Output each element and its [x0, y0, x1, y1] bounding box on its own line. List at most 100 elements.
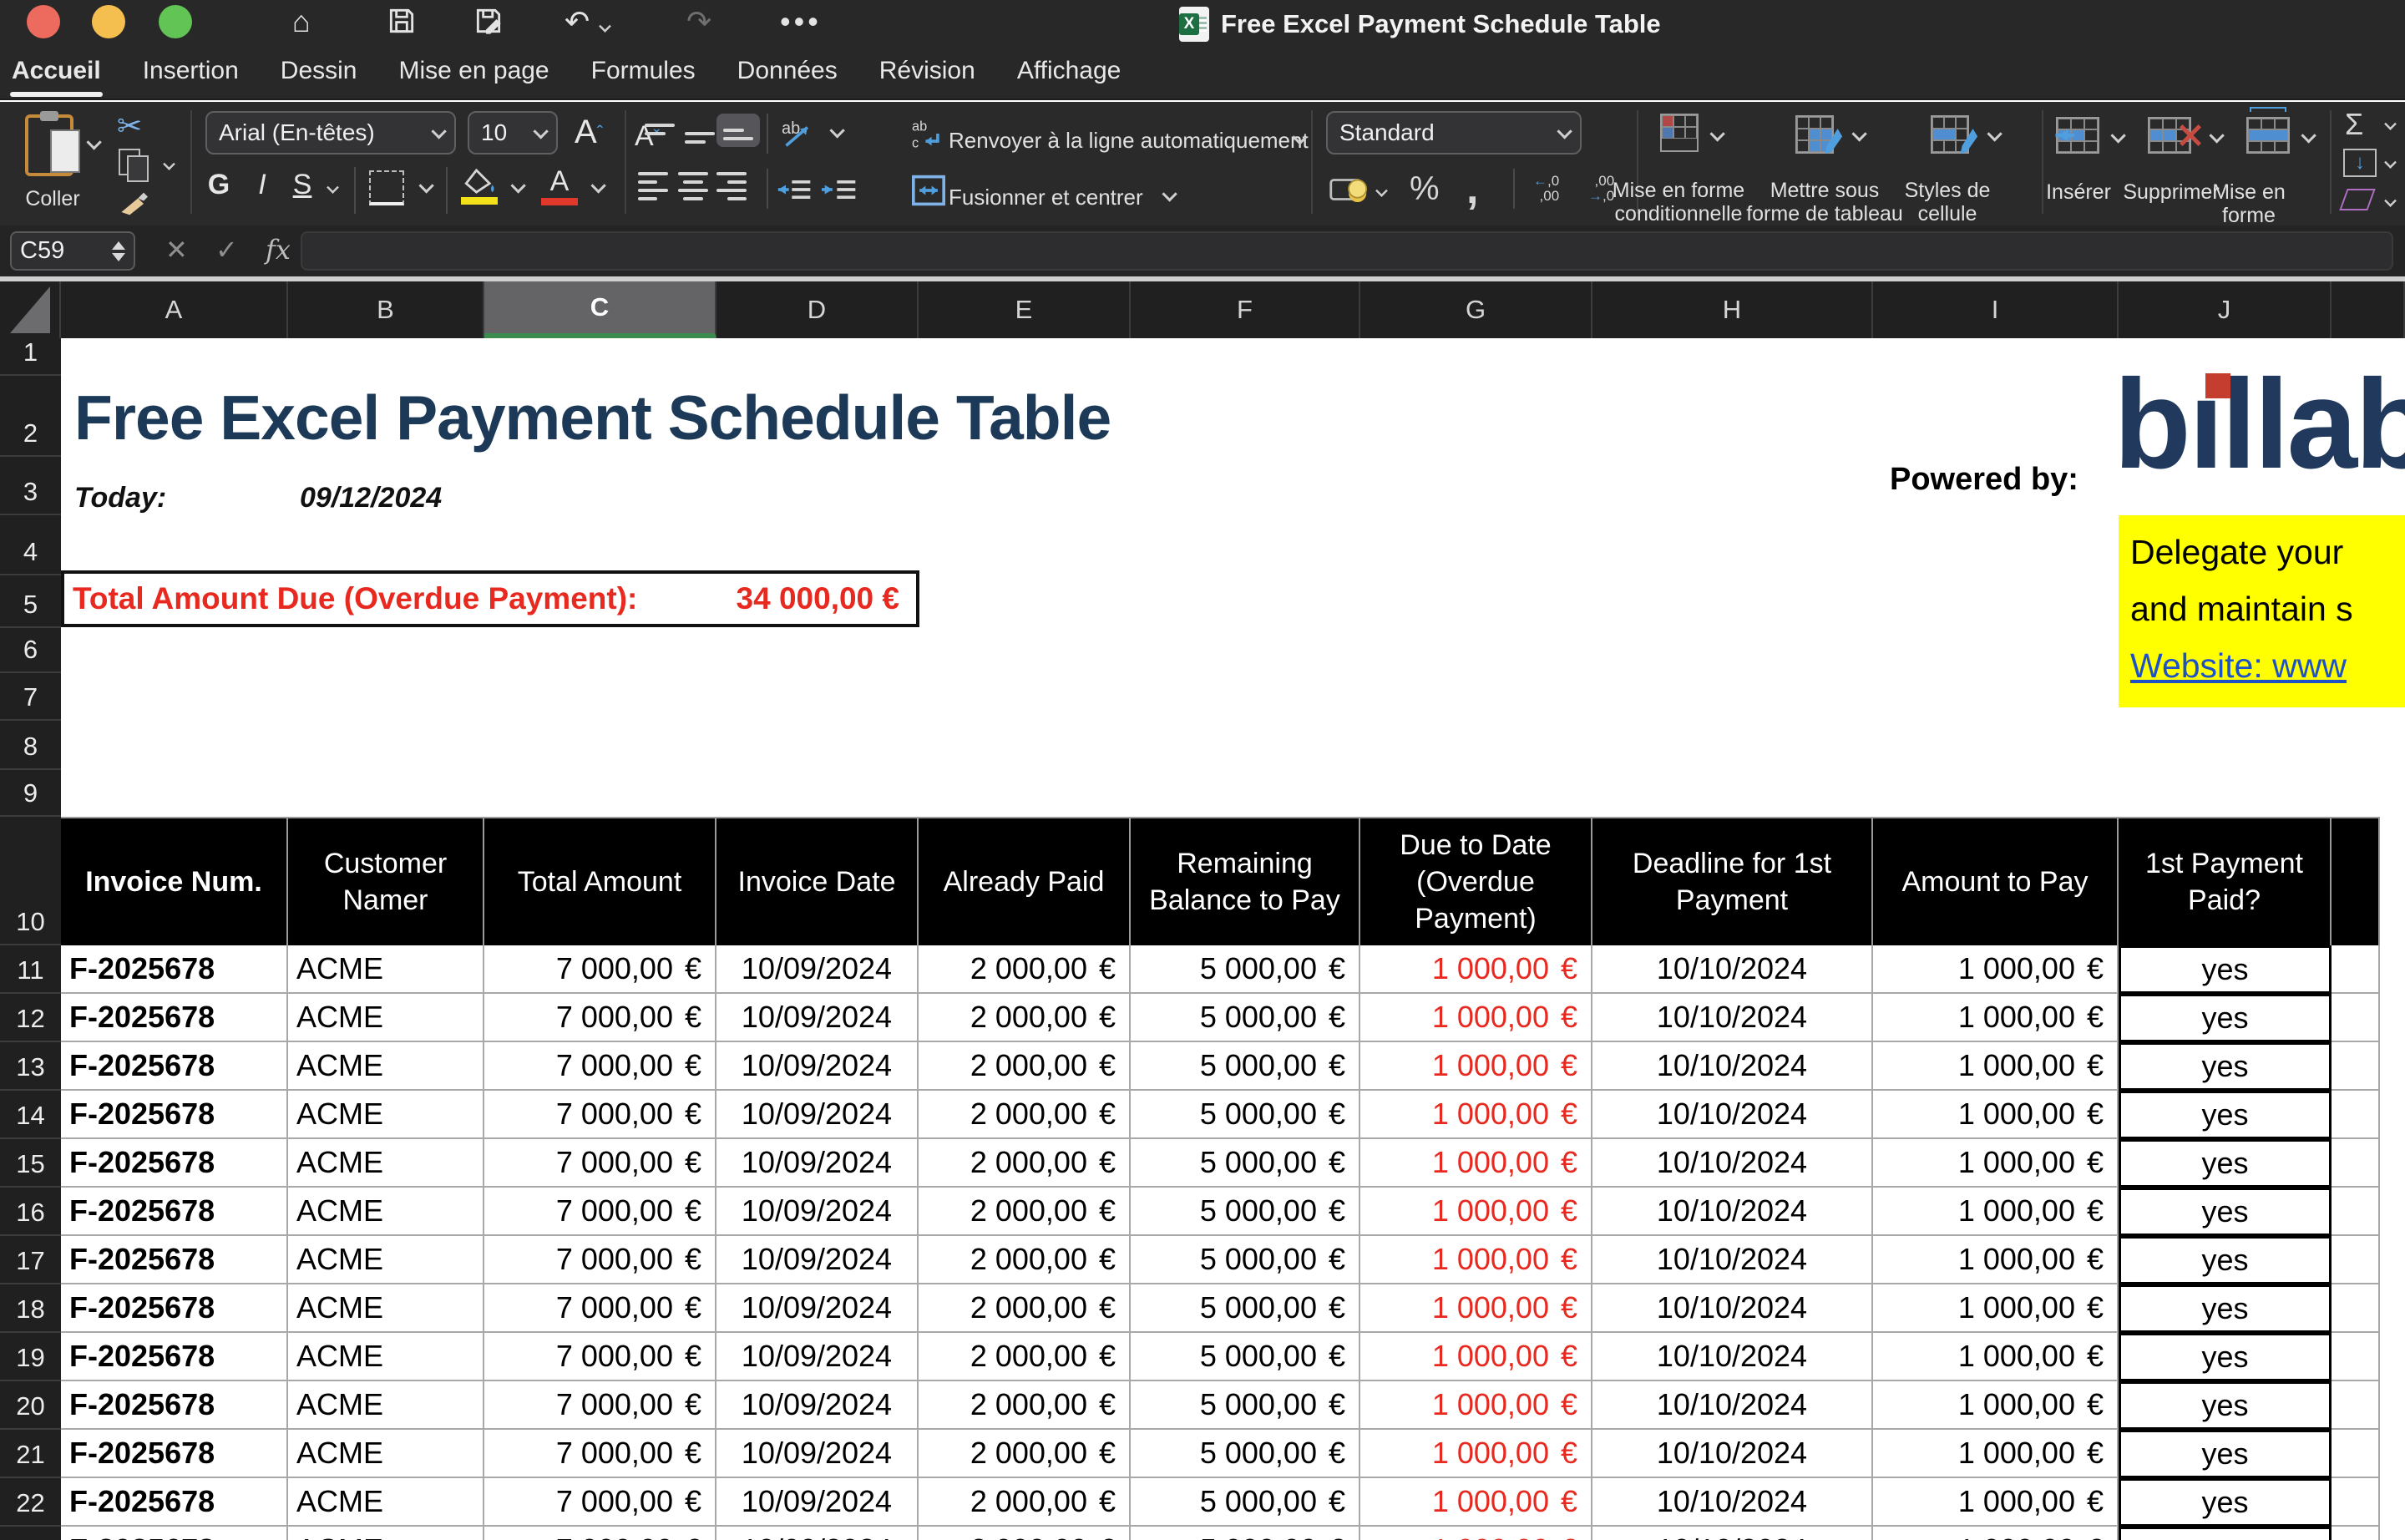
cell-B21[interactable]: ACME — [288, 1430, 484, 1478]
percent-style-icon[interactable]: % — [1410, 170, 1440, 208]
cell-J23[interactable]: yes — [2119, 1527, 2332, 1540]
cell-I21[interactable]: 1 000,00€ — [1873, 1430, 2119, 1478]
cell-A19[interactable]: F-2025678 — [61, 1333, 288, 1381]
cell-B16[interactable]: ACME — [288, 1188, 484, 1236]
cell-D17[interactable]: 10/09/2024 — [716, 1236, 919, 1284]
cell-G13[interactable]: 1 000,00€ — [1360, 1042, 1592, 1091]
cell-F20[interactable]: 5 000,00€ — [1131, 1381, 1360, 1430]
cell-C21[interactable]: 7 000,00€ — [484, 1430, 716, 1478]
cell-J15[interactable]: yes — [2119, 1139, 2332, 1188]
row-header-13[interactable]: 13 — [0, 1042, 61, 1091]
format-as-table-chevron[interactable] — [1851, 126, 1866, 141]
cell-styles-label[interactable]: Styles decellule — [1889, 179, 2006, 225]
cell-J13[interactable]: yes — [2119, 1042, 2332, 1091]
cell-F22[interactable]: 5 000,00€ — [1131, 1478, 1360, 1527]
ribbon-tab-dessin[interactable]: Dessin — [281, 57, 357, 89]
increase-indent-icon[interactable] — [822, 175, 858, 204]
row-header-2[interactable]: 2 — [0, 376, 61, 457]
cell-A11[interactable]: F-2025678 — [61, 945, 288, 994]
increase-font-icon[interactable]: Aˆ — [575, 114, 603, 151]
cell-A13[interactable]: F-2025678 — [61, 1042, 288, 1091]
column-header-G[interactable]: G — [1360, 281, 1592, 338]
column-header-J[interactable]: J — [2119, 281, 2332, 338]
row-header-18[interactable]: 18 — [0, 1284, 61, 1333]
table-header-10[interactable]: 1st Payment Paid? — [2119, 817, 2332, 945]
cell-I15[interactable]: 1 000,00€ — [1873, 1139, 2119, 1188]
cell-I12[interactable]: 1 000,00€ — [1873, 994, 2119, 1042]
cell-K21[interactable] — [2332, 1430, 2380, 1478]
more-toolbar-icon[interactable]: ••• — [780, 5, 822, 38]
column-header-I[interactable]: I — [1873, 281, 2119, 338]
cell-K16[interactable] — [2332, 1188, 2380, 1236]
paste-menu-chevron[interactable] — [86, 134, 101, 149]
save-icon[interactable] — [386, 5, 418, 43]
cell-I11[interactable]: 1 000,00€ — [1873, 945, 2119, 994]
cell-E21[interactable]: 2 000,00€ — [919, 1430, 1131, 1478]
cell-I20[interactable]: 1 000,00€ — [1873, 1381, 2119, 1430]
cell-F13[interactable]: 5 000,00€ — [1131, 1042, 1360, 1091]
merge-center-chevron[interactable] — [1162, 186, 1177, 201]
cell-G23[interactable]: 1 000,00€ — [1360, 1527, 1592, 1540]
italic-button[interactable]: I — [244, 169, 281, 201]
cell-G17[interactable]: 1 000,00€ — [1360, 1236, 1592, 1284]
cell-F17[interactable]: 5 000,00€ — [1131, 1236, 1360, 1284]
copy-icon[interactable] — [119, 149, 140, 175]
cell-H16[interactable]: 10/10/2024 — [1592, 1188, 1873, 1236]
row-header-22[interactable]: 22 — [0, 1478, 61, 1527]
table-header-3[interactable]: Total Amount — [484, 817, 716, 945]
cell-B13[interactable]: ACME — [288, 1042, 484, 1091]
cell-H14[interactable]: 10/10/2024 — [1592, 1091, 1873, 1139]
row-header-8[interactable]: 8 — [0, 721, 61, 770]
underline-button[interactable]: S — [284, 169, 321, 201]
table-header-6[interactable]: Remaining Balance to Pay — [1131, 817, 1360, 945]
borders-icon[interactable] — [369, 170, 404, 205]
cell-J12[interactable]: yes — [2119, 994, 2332, 1042]
cell-E18[interactable]: 2 000,00€ — [919, 1284, 1131, 1333]
cell-D18[interactable]: 10/09/2024 — [716, 1284, 919, 1333]
column-header-B[interactable]: B — [288, 281, 484, 338]
cell-K12[interactable] — [2332, 994, 2380, 1042]
row-header-7[interactable]: 7 — [0, 673, 61, 721]
cell-I14[interactable]: 1 000,00€ — [1873, 1091, 2119, 1139]
cell-K20[interactable] — [2332, 1381, 2380, 1430]
row-header-21[interactable]: 21 — [0, 1430, 61, 1478]
bold-button[interactable]: G — [200, 169, 237, 201]
column-header-C[interactable]: C — [484, 281, 716, 338]
font-name-select[interactable]: Arial (En-têtes) — [205, 111, 456, 155]
cell-G12[interactable]: 1 000,00€ — [1360, 994, 1592, 1042]
comma-style-icon[interactable]: , — [1466, 164, 1478, 214]
cell-F12[interactable]: 5 000,00€ — [1131, 994, 1360, 1042]
paste-button[interactable] — [22, 112, 77, 179]
cell-B20[interactable]: ACME — [288, 1381, 484, 1430]
cell-D12[interactable]: 10/09/2024 — [716, 994, 919, 1042]
home-icon[interactable]: ⌂ — [292, 5, 311, 38]
ribbon-tab-mise-en-page[interactable]: Mise en page — [399, 57, 549, 89]
autosum-chevron[interactable] — [2384, 118, 2397, 130]
name-box[interactable]: C59 — [10, 231, 135, 271]
autosum-icon[interactable]: Σ — [2345, 107, 2363, 142]
clear-menu-chevron[interactable] — [2384, 195, 2397, 207]
cell-F16[interactable]: 5 000,00€ — [1131, 1188, 1360, 1236]
cell-E14[interactable]: 2 000,00€ — [919, 1091, 1131, 1139]
ribbon-tab-accueil[interactable]: Accueil — [12, 57, 101, 89]
cell-K17[interactable] — [2332, 1236, 2380, 1284]
table-header-5[interactable]: Already Paid — [919, 817, 1131, 945]
select-all-corner[interactable] — [0, 281, 61, 338]
format-as-table-icon[interactable] — [1795, 114, 1844, 155]
cell-F21[interactable]: 5 000,00€ — [1131, 1430, 1360, 1478]
font-size-select[interactable]: 10 — [468, 111, 558, 155]
cell-I17[interactable]: 1 000,00€ — [1873, 1236, 2119, 1284]
cell-B11[interactable]: ACME — [288, 945, 484, 994]
conditional-formatting-label[interactable]: Mise en formeconditionnelle — [1603, 179, 1754, 225]
cell-A23[interactable]: F-2025678 — [61, 1527, 288, 1540]
cell-K22[interactable] — [2332, 1478, 2380, 1527]
cut-icon[interactable]: ✂ — [117, 109, 142, 144]
row-header-4[interactable]: 4 — [0, 515, 61, 575]
delete-menu-chevron[interactable] — [2209, 128, 2224, 143]
promo-website-link[interactable]: Website: www — [2130, 646, 2347, 685]
cell-F19[interactable]: 5 000,00€ — [1131, 1333, 1360, 1381]
cell-A15[interactable]: F-2025678 — [61, 1139, 288, 1188]
cell-styles-chevron[interactable] — [1987, 126, 2002, 141]
fill-color-icon[interactable] — [461, 167, 498, 205]
cell-C14[interactable]: 7 000,00€ — [484, 1091, 716, 1139]
